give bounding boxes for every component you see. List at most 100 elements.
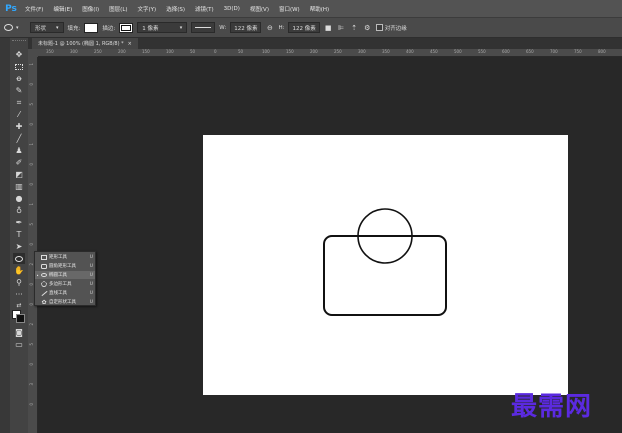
align-edges-checkbox[interactable] [375, 24, 383, 31]
menu-window[interactable]: 窗口(W) [274, 5, 305, 13]
chevron-down-icon: ▾ [179, 24, 183, 31]
h-label: H: [278, 24, 285, 31]
width-field[interactable]: 122 像素 [230, 22, 262, 33]
ruler-tick-label: 1 [29, 203, 34, 206]
stroke-type-select[interactable] [191, 22, 216, 33]
vertical-ruler[interactable]: 105010015020025030 [28, 57, 38, 433]
ellipse-icon [4, 24, 13, 31]
ruler-tick-label: 200 [310, 49, 318, 54]
background-color-swatch[interactable] [16, 314, 25, 323]
path-arrangement-icon[interactable]: ⇡ [350, 23, 359, 32]
type-tool-icon[interactable]: T [13, 229, 25, 240]
flyout-item-ellipse-tool[interactable]: • 椭圆工具 U [35, 271, 95, 279]
custom-shape-icon: ✿ [41, 298, 47, 306]
menu-filter[interactable]: 滤镜(T) [190, 5, 219, 13]
path-alignment-icon[interactable]: ⊫ [337, 23, 346, 32]
menu-select[interactable]: 选择(S) [161, 5, 190, 13]
move-tool-icon[interactable]: ✥ [13, 49, 25, 60]
fill-label: 填充: [67, 25, 81, 32]
gear-icon[interactable]: ⚙ [363, 23, 372, 32]
more-tools-icon[interactable]: ··· [13, 289, 25, 300]
horizontal-ruler[interactable]: 350 300 250 200 150 100 50 0 50 100 150 200 250 300 35… [38, 49, 622, 57]
menu-edit[interactable]: 编辑(E) [48, 5, 77, 13]
path-select-tool-icon[interactable]: ➤ [13, 241, 25, 252]
stroke-swatch[interactable] [119, 22, 134, 33]
ruler-origin[interactable] [28, 49, 38, 57]
pen-tool-icon[interactable]: ✒ [13, 217, 25, 228]
ruler-tick-label: 600 [502, 49, 510, 54]
ruler-tick-label: 550 [478, 49, 486, 54]
hand-tool-icon[interactable]: ✋ [13, 265, 25, 276]
ruler-tick-label: 150 [286, 49, 294, 54]
chevron-down-icon: ▾ [16, 24, 19, 31]
ruler-tick-label: 5 [29, 343, 34, 346]
brush-tool-icon[interactable]: ╱ [13, 133, 25, 144]
menu-layer[interactable]: 图层(L) [104, 5, 132, 13]
crop-tool-icon[interactable]: ⌗ [13, 97, 25, 108]
path-operations-icon[interactable]: ■ [324, 23, 333, 32]
canvas-artwork [323, 208, 447, 316]
ruler-tick-label: 2 [29, 323, 34, 326]
document-tab-title: 未标题-1 @ 100% (椭圆 1, RGB/8) * [38, 41, 124, 47]
mode-select[interactable]: 形状 ▾ [30, 22, 64, 33]
flyout-item-polygon-tool[interactable]: 多边形工具 U [35, 280, 95, 288]
menu-help[interactable]: 帮助(H) [305, 5, 334, 13]
document-tab[interactable]: 未标题-1 @ 100% (椭圆 1, RGB/8) * × [32, 38, 138, 49]
w-label: W: [219, 24, 227, 31]
gradient-tool-icon[interactable]: ▥ [13, 181, 25, 192]
mode-value: 形状 [35, 25, 47, 32]
flyout-item-line-tool[interactable]: 直线工具 U [35, 289, 95, 297]
ellipse-icon [40, 272, 48, 278]
photoshop-logo: Ps [5, 3, 17, 14]
zoom-tool-icon[interactable]: ⚲ [13, 277, 25, 288]
line-icon [40, 290, 48, 296]
ruler-tick-label: 0 [29, 163, 34, 166]
tool-preset-picker[interactable]: ▾ [4, 22, 26, 34]
ruler-tick-label: 250 [334, 49, 342, 54]
watermark: 最需网 [511, 392, 593, 422]
ruler-tick-label: 0 [29, 83, 34, 86]
eraser-tool-icon[interactable]: ◩ [13, 169, 25, 180]
ruler-tick-label: 150 [142, 49, 150, 54]
healing-brush-tool-icon[interactable]: ✚ [13, 121, 25, 132]
height-field[interactable]: 122 像素 [288, 22, 320, 33]
dodge-tool-icon[interactable]: ♁ [13, 205, 25, 216]
ruler-tick-label: 0 [29, 123, 34, 126]
align-edges-label: 对齐边缘 [384, 25, 407, 32]
ruler-tick-label: 1 [29, 143, 34, 146]
ruler-tick-label: 200 [118, 49, 126, 54]
quick-mask-icon[interactable]: ◙ [13, 327, 25, 338]
clone-stamp-tool-icon[interactable]: ♟ [13, 145, 25, 156]
eyedropper-tool-icon[interactable]: ⁄ [13, 109, 25, 120]
menu-type[interactable]: 文字(Y) [133, 5, 162, 13]
ruler-tick-label: 350 [382, 49, 390, 54]
fill-swatch[interactable] [84, 22, 99, 33]
ruler-tick-label: 0 [29, 243, 34, 246]
lasso-tool-icon[interactable]: ꝋ [13, 73, 25, 84]
stroke-width-field[interactable]: 1 像素 ▾ [137, 22, 188, 33]
menu-image[interactable]: 图像(I) [77, 5, 104, 13]
menu-3d[interactable]: 3D(D) [219, 6, 245, 12]
menu-file[interactable]: 文件(F) [20, 5, 48, 13]
quick-select-tool-icon[interactable]: ✎ [13, 85, 25, 96]
link-icon[interactable]: ⊖ [265, 23, 274, 32]
panel-grip[interactable] [12, 40, 26, 44]
ruler-tick-label: 400 [406, 49, 414, 54]
close-icon[interactable]: × [128, 41, 132, 47]
flyout-item-rectangle-tool[interactable]: 矩形工具 U [35, 253, 95, 261]
document-canvas[interactable] [203, 135, 568, 395]
marquee-tool-icon[interactable] [13, 61, 25, 72]
blur-tool-icon[interactable]: ● [13, 193, 25, 204]
ruler-tick-label: 0 [29, 183, 34, 186]
ruler-tick-label: 1 [29, 63, 34, 66]
rounded-rectangle-shape [323, 235, 447, 316]
ellipse-tool-icon[interactable] [13, 253, 25, 264]
stroke-width-value: 1 像素 [142, 25, 159, 32]
flyout-item-custom-shape-tool[interactable]: ✿ 自定形状工具 U [35, 298, 95, 306]
ruler-tick-label: 100 [262, 49, 270, 54]
flyout-item-rounded-rectangle-tool[interactable]: 圆角矩形工具 U [35, 262, 95, 270]
menu-view[interactable]: 视图(V) [245, 5, 274, 13]
ruler-tick-label: 0 [29, 403, 34, 406]
history-brush-tool-icon[interactable]: ✐ [13, 157, 25, 168]
screen-mode-icon[interactable]: ▭ [13, 339, 25, 350]
